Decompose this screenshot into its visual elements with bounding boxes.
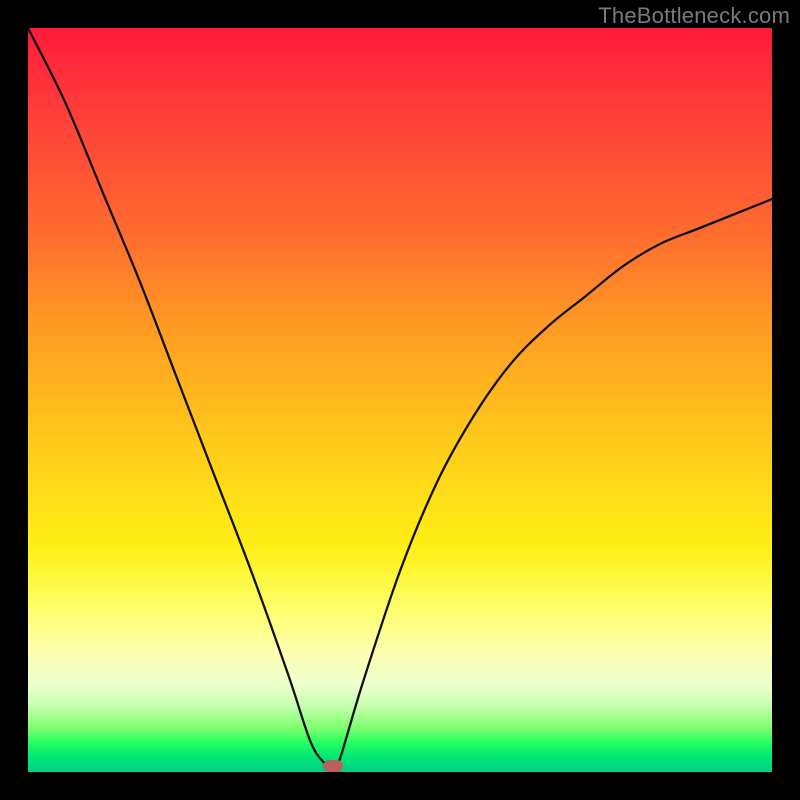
plot-area xyxy=(28,28,772,772)
chart-frame: TheBottleneck.com xyxy=(0,0,800,800)
watermark-text: TheBottleneck.com xyxy=(598,3,790,29)
optimal-marker xyxy=(323,760,343,772)
bottleneck-curve xyxy=(28,28,772,772)
